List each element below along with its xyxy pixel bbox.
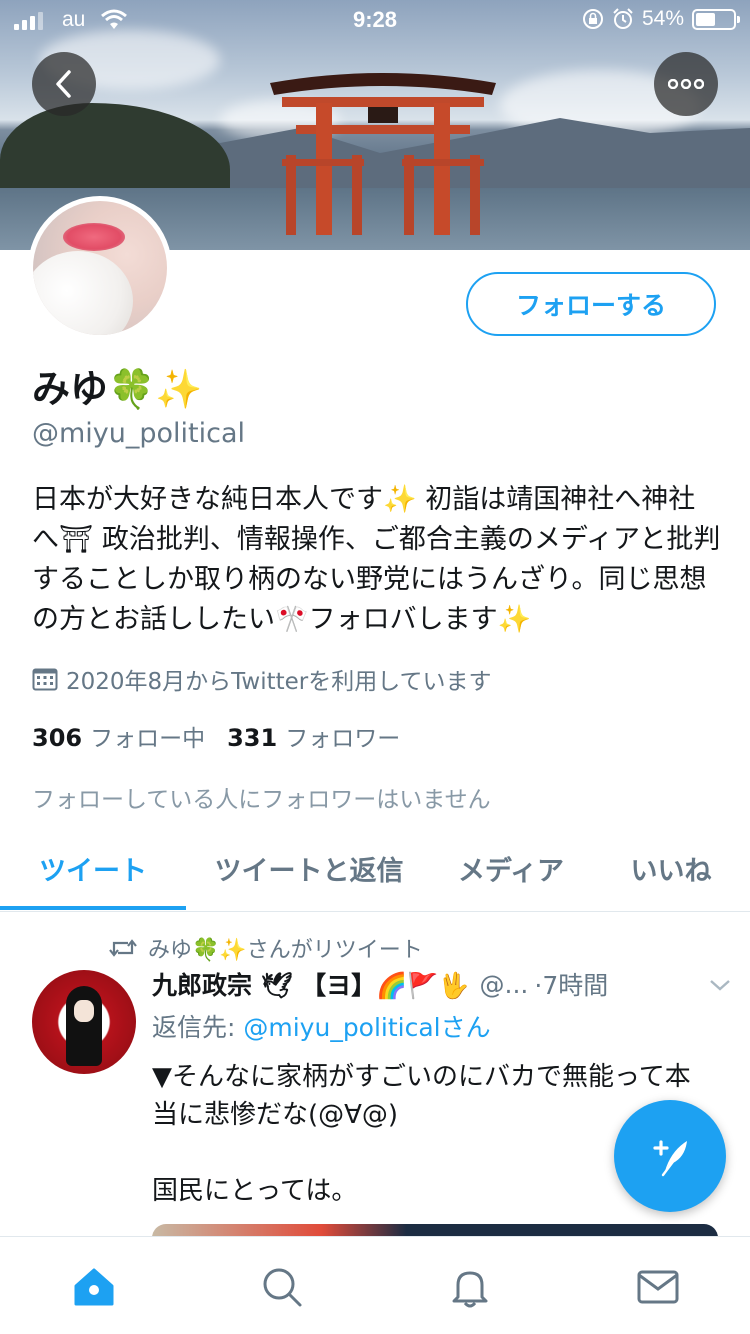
profile-handle: @miyu_political: [32, 418, 246, 449]
search-icon: [263, 1268, 302, 1307]
tweet-author-handle[interactable]: @...: [480, 970, 529, 999]
orientation-lock-icon: [582, 9, 603, 29]
retweet-context: みゆ🍀✨さんがリツイート: [108, 932, 423, 964]
followers-count: 331: [227, 724, 278, 752]
tab-tweets[interactable]: ツイート: [0, 826, 186, 910]
compose-feather-icon: [653, 1140, 687, 1177]
nav-search[interactable]: [258, 1263, 306, 1311]
following-link[interactable]: 306 フォロー中: [32, 719, 205, 753]
joined-text: 2020年8月からTwitterを利用しています: [66, 669, 492, 695]
nav-home[interactable]: [70, 1263, 118, 1311]
follow-stats: 306 フォロー中 331 フォロワー: [32, 719, 400, 753]
more-horizontal-icon: [668, 79, 704, 89]
profile-bio: 日本が大好きな純日本人です✨ 初詣は靖国神社へ神社へ⛩ 政治批判、情報操作、ご都…: [32, 484, 721, 635]
home-icon: [74, 1268, 114, 1306]
tweet-header: 九郎政宗 🕊 【ヨ】🌈🚩🖖 @... ·7時間: [152, 966, 732, 1002]
tweet-author-name[interactable]: 九郎政宗 🕊 【ヨ】🌈🚩🖖: [152, 966, 470, 1002]
torii-gate-image: [270, 73, 496, 235]
follow-button[interactable]: フォローする: [466, 272, 716, 336]
tweet-author-avatar[interactable]: [32, 970, 136, 1074]
status-bar: au 9:28 54%: [0, 0, 750, 40]
nav-notifications[interactable]: [446, 1263, 494, 1311]
tweet-timestamp[interactable]: ·7時間: [534, 966, 608, 1002]
tab-tweets-and-replies[interactable]: ツイートと返信: [194, 826, 424, 910]
following-count: 306: [32, 724, 83, 752]
alarm-icon: [613, 8, 633, 29]
mutual-followers-note: フォローしている人にフォロワーはいません: [32, 787, 491, 813]
nav-messages[interactable]: [634, 1263, 682, 1311]
reply-to-prefix: 返信先:: [152, 1013, 244, 1042]
reply-to-line: 返信先: @miyu_politicalさん: [152, 1008, 491, 1044]
compose-tweet-button[interactable]: [614, 1100, 726, 1212]
calendar-icon: [32, 668, 58, 691]
following-label: フォロー中: [90, 726, 206, 752]
profile-avatar[interactable]: [28, 196, 172, 340]
bottom-navigation: [0, 1236, 750, 1334]
retweet-icon: [109, 939, 137, 957]
chevron-left-icon: [56, 70, 71, 98]
active-tab-indicator: [0, 906, 186, 910]
followers-link[interactable]: 331 フォロワー: [227, 719, 400, 753]
battery-percent: 54%: [641, 7, 684, 30]
tab-media[interactable]: メディア: [440, 826, 582, 910]
profile-tabs: ツイート ツイートと返信 メディア いいね: [0, 826, 750, 912]
profile-display-name: みゆ🍀✨: [32, 367, 203, 411]
mail-icon: [637, 1270, 679, 1304]
retweet-context-text: みゆ🍀✨さんがリツイート: [148, 938, 423, 963]
bell-icon: [452, 1271, 488, 1308]
tweet-menu-button[interactable]: [708, 970, 732, 999]
joined-date: 2020年8月からTwitterを利用しています: [32, 662, 492, 696]
followers-label: フォロワー: [285, 726, 401, 752]
battery-icon: [692, 8, 740, 30]
reply-to-handle[interactable]: @miyu_politicalさん: [243, 1013, 490, 1042]
tab-likes[interactable]: いいね: [604, 826, 738, 910]
chevron-down-icon: [710, 979, 730, 991]
back-button[interactable]: [32, 52, 96, 116]
more-options-button[interactable]: [654, 52, 718, 116]
